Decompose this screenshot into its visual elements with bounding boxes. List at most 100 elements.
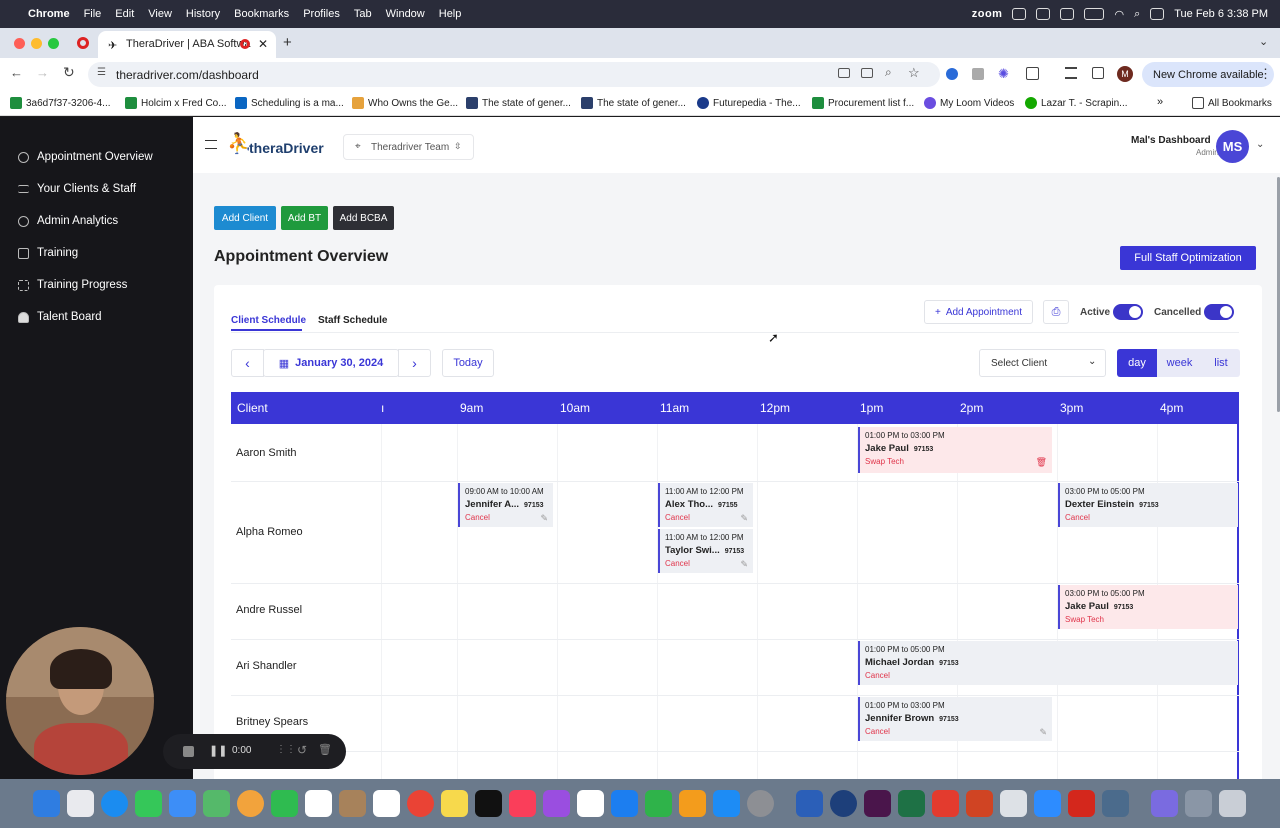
system-settings-icon[interactable] bbox=[747, 790, 774, 817]
launchpad-icon[interactable] bbox=[67, 790, 94, 817]
zoom-app-icon[interactable] bbox=[1034, 790, 1061, 817]
sidebar-item-appointment-overview[interactable]: Appointment Overview bbox=[18, 151, 153, 163]
view-day-button[interactable]: day bbox=[1117, 349, 1157, 377]
bookmark-item[interactable]: Procurement list f... bbox=[812, 97, 914, 109]
contacts-icon[interactable] bbox=[339, 790, 366, 817]
edit-icon[interactable]: ✎ bbox=[1039, 727, 1047, 738]
new-chrome-available-button[interactable]: New Chrome available bbox=[1142, 62, 1274, 87]
back-icon[interactable]: ← bbox=[10, 65, 23, 80]
url-bar[interactable]: ☰ theradriver.com/dashboard ⌕ ☆ bbox=[88, 62, 940, 87]
wifi-icon[interactable]: ◠ bbox=[1114, 8, 1124, 21]
slack-icon[interactable] bbox=[864, 790, 891, 817]
downloads-icon[interactable] bbox=[1151, 790, 1178, 817]
control-center-icon[interactable] bbox=[1150, 8, 1165, 20]
folder-icon[interactable] bbox=[1185, 790, 1212, 817]
tab-staff-schedule[interactable]: Staff Schedule bbox=[318, 315, 387, 326]
menu-profiles[interactable]: Profiles bbox=[303, 8, 340, 20]
trash-icon[interactable]: 🗑 bbox=[318, 743, 332, 756]
bookmark-item[interactable]: Holcim x Fred Co... bbox=[125, 97, 227, 109]
bookmark-item[interactable]: The state of gener... bbox=[581, 97, 686, 109]
add-appointment-button[interactable]: + Add Appointment bbox=[924, 300, 1033, 324]
battery-icon[interactable] bbox=[1084, 8, 1105, 20]
numbers-icon[interactable] bbox=[645, 790, 672, 817]
keynote-icon[interactable] bbox=[611, 790, 638, 817]
extensions-puzzle-icon[interactable] bbox=[1026, 67, 1039, 80]
lx-icon[interactable] bbox=[1000, 790, 1027, 817]
finder-icon[interactable] bbox=[33, 790, 60, 817]
restart-icon[interactable]: ↺ bbox=[297, 743, 307, 757]
news-icon[interactable] bbox=[577, 790, 604, 817]
appointment-block[interactable]: 11:00 AM to 12:00 PM Alex Tho... 97155 Ca… bbox=[658, 483, 753, 527]
edit-icon[interactable]: ✎ bbox=[740, 513, 748, 524]
tab-client-schedule[interactable]: Client Schedule bbox=[231, 315, 306, 326]
music-icon[interactable] bbox=[509, 790, 536, 817]
trash-icon[interactable] bbox=[1219, 790, 1246, 817]
bookmark-item[interactable]: Lazar T. - Scrapin... bbox=[1025, 97, 1128, 109]
appointment-block[interactable]: 01:00 PM to 03:00 PM Jennifer Brown 97153… bbox=[858, 697, 1052, 741]
calendar-icon[interactable] bbox=[305, 790, 332, 817]
app-icon[interactable] bbox=[830, 790, 857, 817]
maximize-window-button[interactable] bbox=[48, 38, 59, 49]
view-week-button[interactable]: week bbox=[1157, 349, 1202, 377]
prev-day-button[interactable]: ‹ bbox=[231, 349, 264, 377]
maps-icon[interactable] bbox=[203, 790, 230, 817]
appointment-block[interactable]: 03:00 PM to 05:00 PM Jake Paul 97153 Swap… bbox=[1058, 585, 1238, 629]
add-bt-button[interactable]: Add BT bbox=[281, 206, 328, 230]
sidebar-item-training[interactable]: Training bbox=[18, 247, 78, 259]
app-store-icon[interactable] bbox=[713, 790, 740, 817]
extension-icon[interactable] bbox=[972, 68, 984, 80]
search-icon[interactable]: ⌕ bbox=[1134, 8, 1140, 21]
minimize-window-button[interactable] bbox=[31, 38, 42, 49]
status-icon[interactable] bbox=[1012, 8, 1027, 20]
sidebar-item-training-progress[interactable]: Training Progress bbox=[18, 279, 127, 291]
acrobat-icon[interactable] bbox=[1068, 790, 1095, 817]
more-bookmarks-icon[interactable]: » bbox=[1157, 96, 1163, 108]
menu-edit[interactable]: Edit bbox=[115, 8, 134, 20]
cancel-link[interactable]: Cancel bbox=[865, 727, 1052, 736]
menu-bookmarks[interactable]: Bookmarks bbox=[234, 8, 289, 20]
camera-icon[interactable] bbox=[838, 68, 850, 78]
menu-help[interactable]: Help bbox=[439, 8, 462, 20]
reading-list-icon[interactable] bbox=[1065, 67, 1077, 79]
appointment-block[interactable]: 11:00 AM to 12:00 PM Taylor Swi... 97153 … bbox=[658, 529, 753, 573]
menu-view[interactable]: View bbox=[148, 8, 172, 20]
delete-icon[interactable]: 🗑 bbox=[1036, 457, 1047, 468]
sidebar-item-talent-board[interactable]: Talent Board bbox=[18, 311, 102, 323]
pages-icon[interactable] bbox=[679, 790, 706, 817]
side-panel-icon[interactable] bbox=[1092, 67, 1104, 79]
app-icon[interactable] bbox=[1102, 790, 1129, 817]
cancel-link[interactable]: Cancel bbox=[865, 671, 1238, 680]
stop-recording-icon[interactable] bbox=[183, 746, 194, 757]
all-bookmarks-button[interactable]: All Bookmarks bbox=[1192, 97, 1272, 109]
zoom-icon[interactable]: ⌕ bbox=[885, 65, 892, 80]
menu-window[interactable]: Window bbox=[386, 8, 425, 20]
podcasts-icon[interactable] bbox=[543, 790, 570, 817]
bookmark-item[interactable]: Scheduling is a ma... bbox=[235, 97, 344, 109]
full-staff-optimization-button[interactable]: Full Staff Optimization bbox=[1120, 246, 1256, 270]
grid-icon[interactable]: ⋮⋮ bbox=[276, 744, 296, 755]
appointment-block[interactable]: 03:00 PM to 05:00 PM Dexter Einstein 9715… bbox=[1058, 483, 1238, 527]
status-icon[interactable] bbox=[1036, 8, 1051, 20]
bookmark-item[interactable]: 3a6d7f37-3206-4... bbox=[10, 97, 111, 109]
appointment-block[interactable]: 01:00 PM to 05:00 PM Michael Jordan 97153… bbox=[858, 641, 1238, 685]
next-day-button[interactable]: › bbox=[398, 349, 431, 377]
add-client-button[interactable]: Add Client bbox=[214, 206, 276, 230]
apple-tv-icon[interactable] bbox=[475, 790, 502, 817]
messages-icon[interactable] bbox=[135, 790, 162, 817]
sidebar-item-clients-staff[interactable]: Your Clients & Staff bbox=[18, 183, 136, 195]
chevron-down-icon[interactable]: ⌄ bbox=[1256, 139, 1264, 150]
extension-icon[interactable] bbox=[946, 68, 958, 80]
reminders-icon[interactable] bbox=[373, 790, 400, 817]
pdf-icon[interactable] bbox=[932, 790, 959, 817]
safari-icon[interactable] bbox=[101, 790, 128, 817]
bookmark-star-icon[interactable]: ☆ bbox=[908, 65, 920, 81]
menu-clock[interactable]: Tue Feb 6 3:38 PM bbox=[1174, 8, 1268, 20]
menu-history[interactable]: History bbox=[186, 8, 220, 20]
tab-search-chevron-icon[interactable]: ⌄ bbox=[1259, 35, 1268, 48]
word-icon[interactable] bbox=[796, 790, 823, 817]
add-bcba-button[interactable]: Add BCBA bbox=[333, 206, 394, 230]
menu-app-name[interactable]: Chrome bbox=[28, 8, 70, 20]
pause-icon[interactable]: ❚❚ bbox=[209, 744, 227, 757]
team-selector[interactable]: ⌖ Theradriver Team ⇳ bbox=[343, 134, 474, 160]
sidebar-item-admin-analytics[interactable]: Admin Analytics bbox=[18, 215, 118, 227]
